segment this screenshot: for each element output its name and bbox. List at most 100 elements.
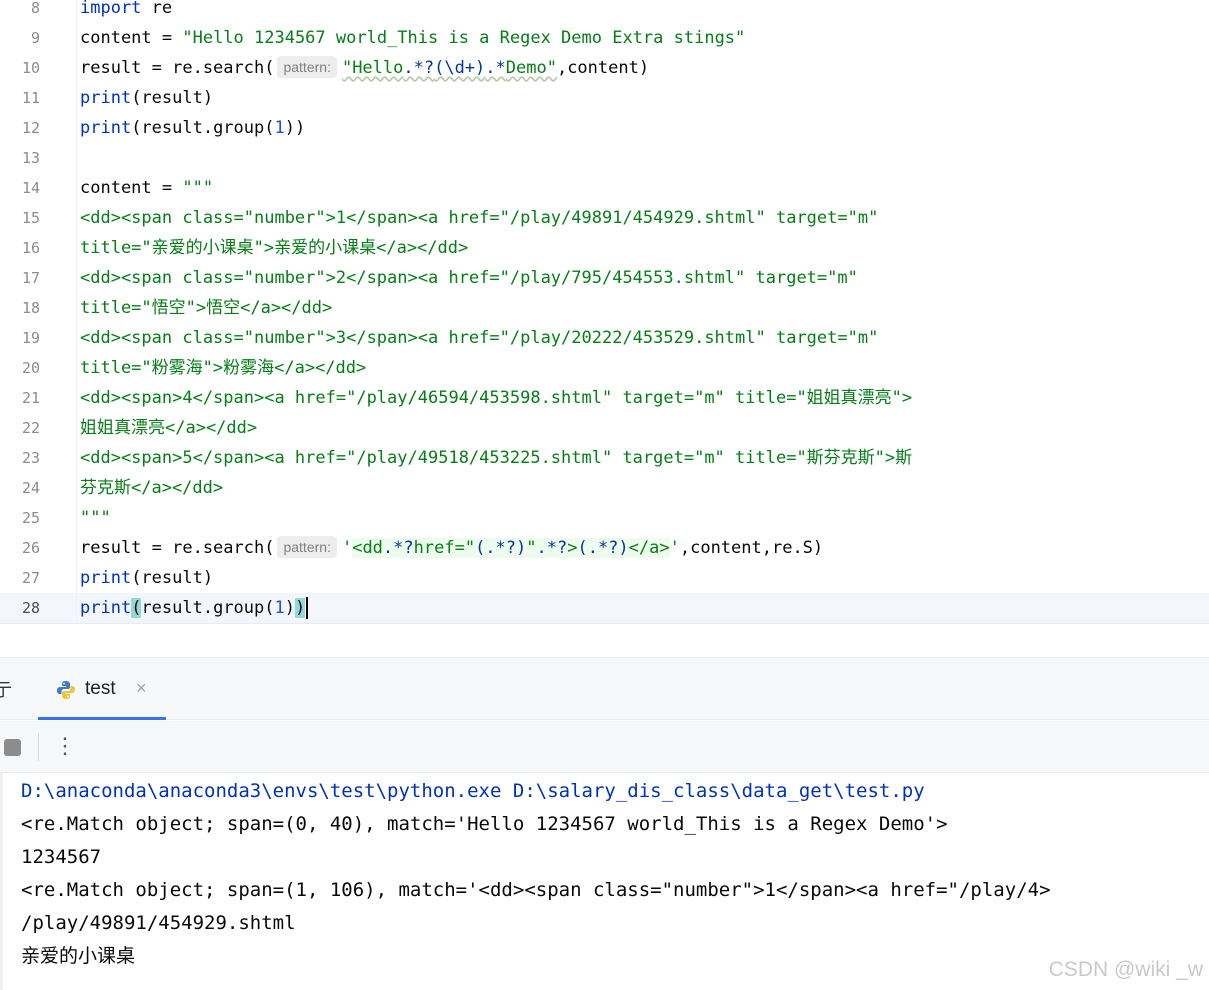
code-line[interactable]: <dd><span class="number">2</span><a href… xyxy=(80,263,1209,293)
line-number: 21 xyxy=(21,389,40,407)
run-tool-window-header: 亍 test × xyxy=(0,657,1209,720)
line-number: 22 xyxy=(21,419,40,437)
line-number: 25 xyxy=(21,509,40,527)
console-output[interactable]: D:\anaconda\anaconda3\envs\test\python.e… xyxy=(0,773,1209,990)
code-line[interactable]: <dd><span>4</span><a href="/play/46594/4… xyxy=(80,383,1209,413)
console-line: /play/49891/454929.shtml xyxy=(21,912,296,934)
code-line[interactable]: 芬克斯</a></dd> xyxy=(80,473,1209,503)
code-line[interactable]: <dd><span class="number">1</span><a href… xyxy=(80,203,1209,233)
builtin-function: print xyxy=(80,88,132,108)
active-tab-indicator xyxy=(38,717,166,720)
string-part: Demo" xyxy=(505,58,557,78)
code-text: )) xyxy=(284,118,306,138)
code-line[interactable]: content = "Hello 1234567 world_This is a… xyxy=(80,23,1209,53)
number-literal: 1 xyxy=(274,598,285,618)
regex-literal: <dd.*?href="(.*?)".*?>(.*?)</a> xyxy=(352,538,670,558)
line-number: 15 xyxy=(21,209,40,227)
console-line: 1234567 xyxy=(21,846,102,868)
matched-paren: ( xyxy=(131,598,142,618)
console-toolbar: ⋮ xyxy=(0,721,1209,773)
stop-icon[interactable] xyxy=(4,739,21,756)
code-line[interactable]: print(result) xyxy=(80,83,1209,113)
run-tool-label[interactable]: 亍 xyxy=(0,676,12,702)
line-number: 16 xyxy=(21,239,40,257)
code-editor[interactable]: 8 9 10 11 12 13 14 15 16 17 18 19 20 21 … xyxy=(0,0,1209,623)
code-text: re xyxy=(141,0,173,18)
run-tab-test[interactable]: test × xyxy=(38,658,166,720)
line-number: 8 xyxy=(30,0,40,17)
regex-text: href=" xyxy=(413,538,476,558)
line-number: 26 xyxy=(21,539,40,557)
line-number: 28 xyxy=(21,599,40,617)
console-line: 亲爱的小课桌 xyxy=(21,945,136,967)
python-icon xyxy=(57,681,75,699)
string-part: ' xyxy=(669,538,680,558)
keyword: import xyxy=(80,0,142,18)
regex-text: > xyxy=(567,538,578,558)
regex-group: (.*?) xyxy=(577,538,629,558)
parameter-hint: pattern: xyxy=(277,536,337,558)
builtin-function: print xyxy=(80,568,132,588)
regex-group: (.*?) xyxy=(475,538,527,558)
number-literal: 1 xyxy=(274,118,285,138)
regex-token: .* xyxy=(485,58,506,78)
code-line[interactable]: result = re.search(pattern: "Hello.*?(\d+… xyxy=(80,53,1209,83)
line-number: 17 xyxy=(21,269,40,287)
code-text: (result) xyxy=(131,88,214,108)
code-text: content = xyxy=(80,178,183,198)
code-line[interactable]: print(result.group(1)) xyxy=(80,113,1209,143)
text-caret xyxy=(306,597,309,619)
line-number: 10 xyxy=(21,59,40,77)
code-line[interactable]: <dd><span>5</span><a href="/play/49518/4… xyxy=(80,443,1209,473)
editor-divider xyxy=(0,623,1209,624)
code-text: ,content) xyxy=(556,58,650,78)
gutter-separator xyxy=(76,0,77,623)
code-line[interactable]: print(result) xyxy=(80,563,1209,593)
string-part: "Hello xyxy=(341,58,404,78)
close-icon[interactable]: × xyxy=(136,678,147,699)
line-number: 12 xyxy=(21,119,40,137)
console-line-command: D:\anaconda\anaconda3\envs\test\python.e… xyxy=(21,780,925,802)
builtin-function: print xyxy=(80,598,132,618)
regex-token: .*? xyxy=(536,538,568,558)
regex-text: " xyxy=(526,538,537,558)
code-text: ) xyxy=(284,598,295,618)
line-number: 19 xyxy=(21,329,40,347)
line-number: 20 xyxy=(21,359,40,377)
code-line[interactable]: title="粉雾海">粉雾海</a></dd> xyxy=(80,353,1209,383)
code-line[interactable]: 姐姐真漂亮</a></dd> xyxy=(80,413,1209,443)
parameter-hint: pattern: xyxy=(277,56,337,78)
code-text: result.group( xyxy=(141,598,275,618)
code-line[interactable]: <dd><span class="number">3</span><a href… xyxy=(80,323,1209,353)
regex-group: (\d+) xyxy=(434,58,486,78)
code-line[interactable]: result = re.search(pattern: '<dd.*?href="… xyxy=(80,533,1209,563)
code-line[interactable]: import re xyxy=(80,0,1209,23)
code-line[interactable]: title="亲爱的小课桌">亲爱的小课桌</a></dd> xyxy=(80,233,1209,263)
matched-paren: ) xyxy=(295,598,306,618)
code-line[interactable]: content = """ xyxy=(80,173,1209,203)
regex-token: .*? xyxy=(382,538,414,558)
more-options-icon[interactable]: ⋮ xyxy=(54,732,76,762)
string-part: ' xyxy=(341,538,353,558)
line-number: 14 xyxy=(21,179,40,197)
code-text: ,content,re.S) xyxy=(679,538,824,558)
line-number: 11 xyxy=(21,89,40,107)
regex-text: </a> xyxy=(628,538,670,558)
line-number: 23 xyxy=(21,449,40,467)
code-text: (result) xyxy=(131,568,214,588)
console-line: <re.Match object; span=(1, 106), match='… xyxy=(21,879,1051,901)
string-literal: """ xyxy=(182,178,214,198)
string-literal: "Hello 1234567 world_This is a Regex Dem… xyxy=(182,28,746,48)
code-line[interactable]: title="悟空">悟空</a></dd> xyxy=(80,293,1209,323)
code-line-current[interactable]: print(result.group(1)) xyxy=(80,593,1209,623)
line-number: 24 xyxy=(21,479,40,497)
code-text: result = re.search( xyxy=(80,58,275,78)
watermark: CSDN @wiki _w xyxy=(1048,958,1203,981)
line-number: 18 xyxy=(21,299,40,317)
code-line[interactable]: """ xyxy=(80,503,1209,533)
console-line: <re.Match object; span=(0, 40), match='H… xyxy=(21,813,948,835)
builtin-function: print xyxy=(80,118,132,138)
toolbar-separator xyxy=(38,733,39,761)
code-text: result = re.search( xyxy=(80,538,275,558)
regex-token: .*? xyxy=(403,58,435,78)
